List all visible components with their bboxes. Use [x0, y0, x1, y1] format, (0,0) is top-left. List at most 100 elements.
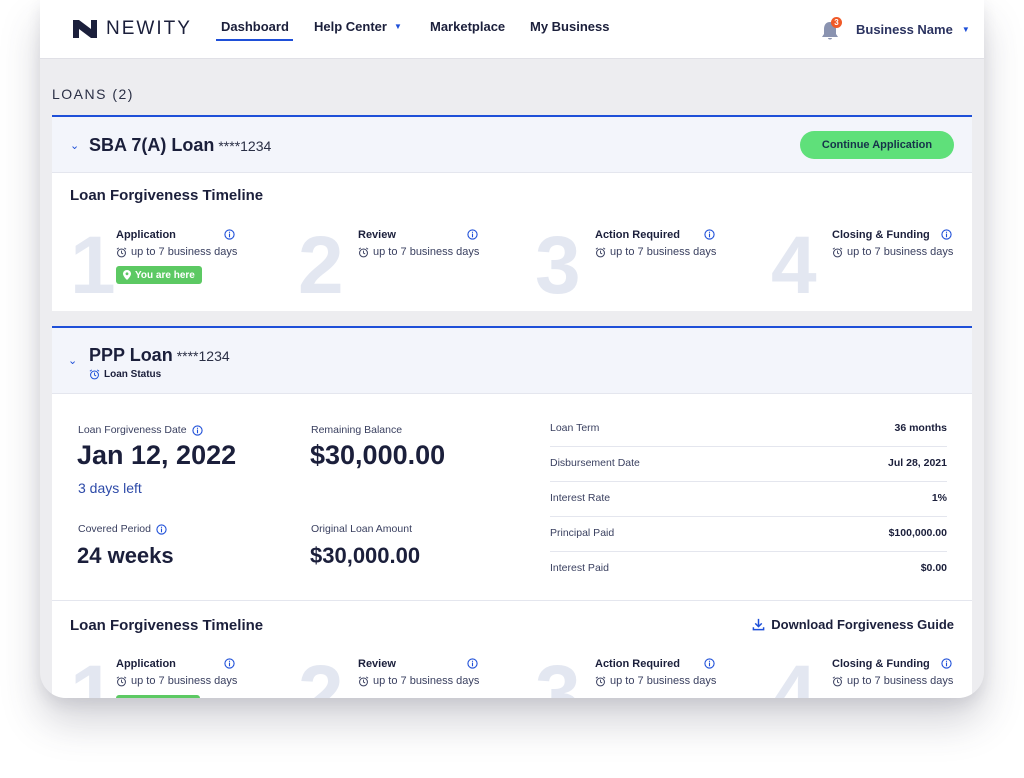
step-duration-text: up to 7 business days: [610, 246, 717, 258]
download-icon: [752, 618, 765, 631]
account-name: Business Name: [856, 22, 953, 37]
original-amount-value: $30,000.00: [310, 543, 421, 568]
info-icon[interactable]: [467, 658, 478, 669]
nav-marketplace[interactable]: Marketplace: [430, 19, 505, 34]
loan-status-label: Loan Status: [104, 369, 162, 380]
ppp-loan-card: ⌄ PPP Loan ****1234 Loan Status Loan Forg…: [52, 326, 972, 698]
sba-step-review: 2 Review up to 7 business days: [298, 225, 498, 309]
sba-step-application: 1 Application up to 7 business days You …: [70, 225, 270, 309]
forgiveness-date-label: Loan Forgiveness Date: [78, 424, 203, 436]
top-nav: NEWITY Dashboard Help Center ▼ Marketpla…: [40, 0, 984, 59]
alarm-clock-icon: [595, 247, 606, 257]
info-icon[interactable]: [704, 658, 715, 669]
step-number: 2: [298, 649, 344, 699]
step-duration: up to 7 business days: [358, 675, 479, 687]
loans-heading: LOANS (2): [52, 86, 134, 102]
remaining-balance-value: $30,000.00: [310, 440, 446, 470]
info-icon[interactable]: [941, 658, 952, 669]
step-number: 1: [70, 220, 116, 311]
step-label: Action Required: [595, 658, 680, 670]
info-icon[interactable]: [704, 229, 715, 240]
loan-status-link[interactable]: Loan Status: [89, 369, 161, 380]
detail-row-interest-paid: Interest Paid $0.00: [550, 551, 947, 586]
ppp-step-action-required: 3 Action Required up to 7 business days: [535, 654, 735, 699]
covered-period-value: 24 weeks: [77, 543, 174, 568]
step-number: 4: [771, 220, 817, 311]
nav-dashboard[interactable]: Dashboard: [221, 19, 289, 34]
you-are-here-label: You are here: [135, 269, 195, 281]
caret-down-icon: ▼: [393, 22, 402, 31]
section-divider: [52, 600, 972, 601]
nav-my-business-label: My Business: [530, 19, 610, 34]
step-duration: up to 7 business days: [116, 246, 237, 258]
alarm-clock-icon: [832, 676, 843, 686]
detail-value: Jul 28, 2021: [888, 457, 947, 469]
info-icon[interactable]: [941, 229, 952, 240]
you-are-here-badge: You are here: [116, 266, 202, 284]
original-amount-label: Original Loan Amount: [311, 523, 412, 535]
alarm-clock-icon: [358, 676, 369, 686]
detail-value: 36 months: [894, 422, 947, 434]
detail-row-interest-rate: Interest Rate 1%: [550, 481, 947, 517]
account-menu[interactable]: Business Name ▼: [856, 22, 970, 37]
sba-step-action-required: 3 Action Required up to 7 business days: [535, 225, 735, 309]
nav-marketplace-label: Marketplace: [430, 19, 506, 34]
location-pin-icon: [123, 270, 131, 280]
step-number: 2: [298, 220, 344, 311]
sba-loan-title: SBA 7(A) Loan ****1234: [89, 135, 271, 156]
info-icon[interactable]: [156, 523, 167, 535]
ppp-step-closing-funding: 4 Closing & Funding up to 7 business day…: [771, 654, 971, 699]
step-number: 4: [771, 649, 817, 699]
step-duration: up to 7 business days: [832, 246, 953, 258]
detail-row-loan-term: Loan Term 36 months: [550, 411, 947, 447]
ppp-step-application: 1 Application up to 7 business days: [70, 654, 270, 698]
forgiveness-date-label-text: Loan Forgiveness Date: [78, 424, 187, 436]
covered-period-label: Covered Period: [78, 523, 167, 535]
info-icon[interactable]: [224, 229, 235, 240]
sba-loan-number: ****1234: [218, 138, 272, 154]
info-icon[interactable]: [224, 658, 235, 669]
step-duration-text: up to 7 business days: [131, 246, 238, 258]
step-number: 3: [535, 220, 581, 311]
download-forgiveness-guide-link[interactable]: Download Forgiveness Guide: [752, 617, 954, 632]
detail-row-disbursement-date: Disbursement Date Jul 28, 2021: [550, 446, 947, 482]
info-icon[interactable]: [191, 424, 203, 436]
detail-value: $0.00: [920, 562, 947, 574]
alarm-clock-icon: [595, 676, 606, 686]
forgiveness-date-value: Jan 12, 2022: [77, 440, 237, 470]
step-label: Review: [358, 658, 396, 670]
ppp-step-review: 2 Review up to 7 business days: [298, 654, 498, 699]
brand-logo[interactable]: NEWITY: [72, 17, 192, 41]
collapse-chevron-icon[interactable]: ⌄: [68, 354, 77, 367]
step-duration: up to 7 business days: [358, 246, 479, 258]
nav-my-business[interactable]: My Business: [530, 19, 609, 34]
nav-help-center[interactable]: Help Center ▼: [314, 19, 402, 34]
sba-loan-header: ⌄ SBA 7(A) Loan ****1234 Continue Applica…: [52, 117, 972, 173]
step-duration-text: up to 7 business days: [131, 675, 238, 687]
detail-key: Disbursement Date: [550, 457, 640, 469]
detail-key: Interest Rate: [550, 492, 611, 504]
alarm-clock-icon: [116, 247, 127, 257]
sba-timeline-title: Loan Forgiveness Timeline: [70, 187, 264, 204]
caret-down-icon: ▼: [961, 25, 970, 34]
collapse-chevron-icon[interactable]: ⌄: [70, 139, 79, 152]
step-duration: up to 7 business days: [595, 246, 716, 258]
nav-dashboard-label: Dashboard: [221, 19, 289, 34]
ppp-timeline-title: Loan Forgiveness Timeline: [70, 617, 264, 634]
step-label: Closing & Funding: [832, 229, 930, 241]
detail-row-principal-paid: Principal Paid $100,000.00: [550, 516, 947, 552]
app-window: NEWITY Dashboard Help Center ▼ Marketpla…: [40, 0, 984, 698]
days-left: 3 days left: [78, 480, 142, 496]
remaining-balance-label: Remaining Balance: [311, 424, 403, 436]
notification-count-badge: 3: [831, 17, 842, 28]
detail-value: 1%: [931, 492, 947, 504]
download-forgiveness-guide-label: Download Forgiveness Guide: [771, 617, 954, 632]
newity-logo-icon: [73, 20, 97, 38]
continue-application-button[interactable]: Continue Application: [800, 131, 954, 159]
info-icon[interactable]: [467, 229, 478, 240]
alarm-clock-icon: [89, 369, 100, 380]
sba-loan-name: SBA 7(A) Loan: [89, 135, 215, 155]
you-are-here-badge: [116, 695, 200, 698]
step-number: 3: [535, 649, 581, 699]
sba-loan-card: ⌄ SBA 7(A) Loan ****1234 Continue Applica…: [52, 115, 972, 311]
